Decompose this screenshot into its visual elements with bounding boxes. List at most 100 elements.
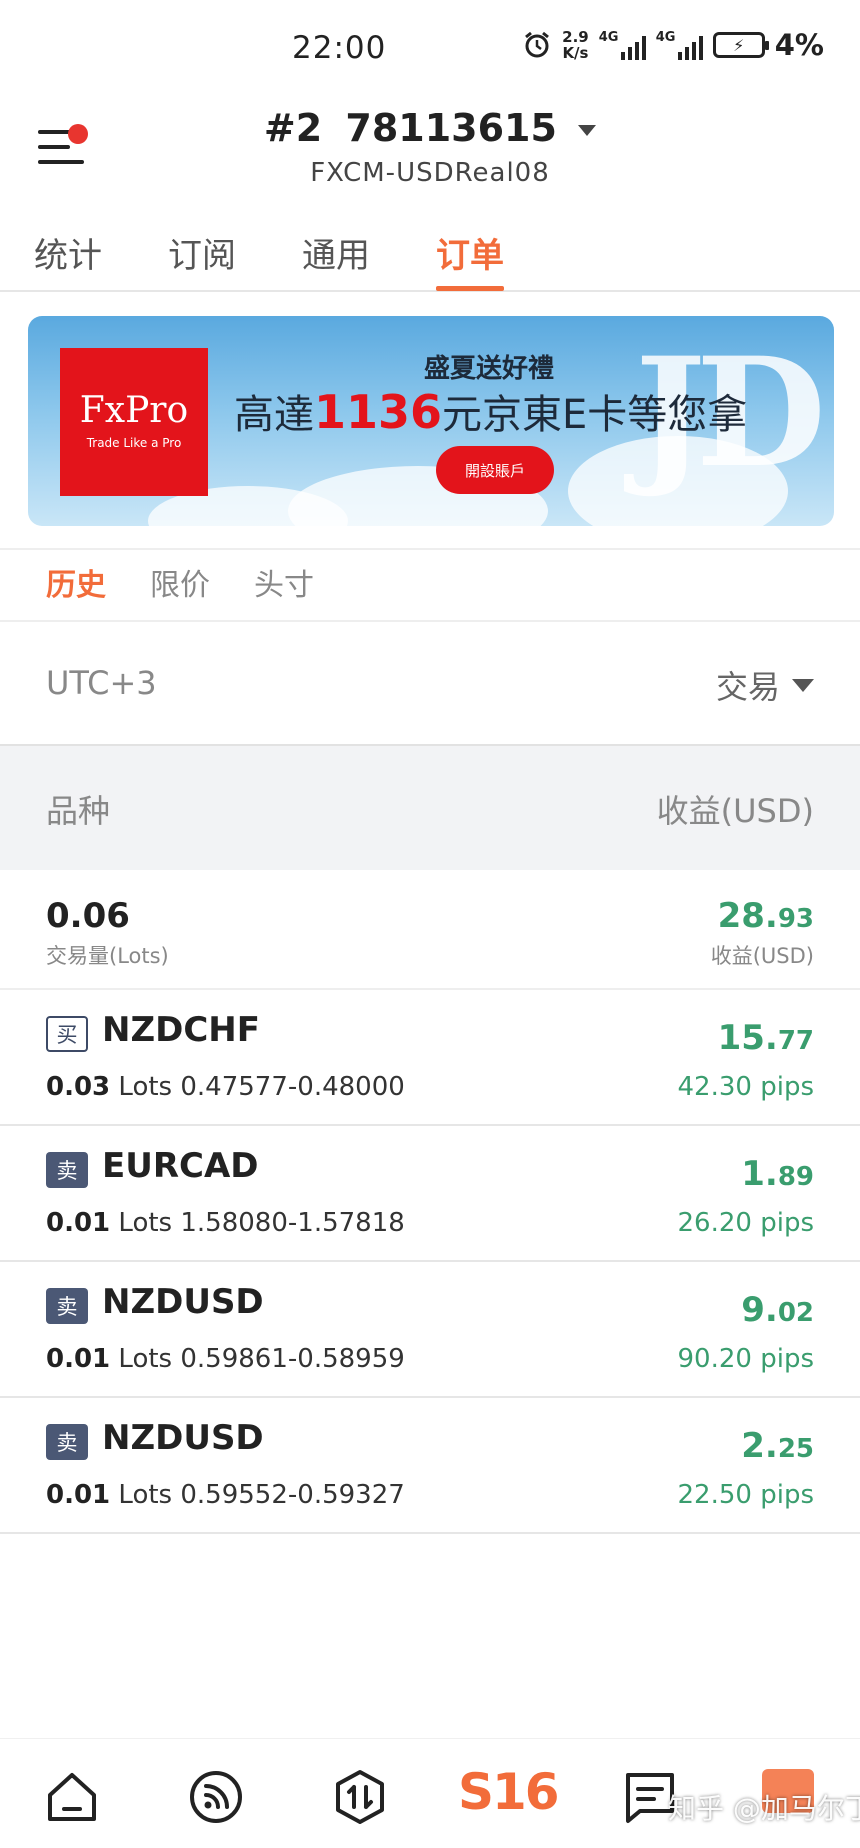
- total-profit-dec: 93: [777, 904, 814, 934]
- order-lots: 0.01: [46, 1480, 111, 1510]
- main-tabs: 统计 订阅 通用 订单: [0, 218, 860, 292]
- order-symbol: NZDUSD: [102, 1418, 264, 1458]
- order-profit-dec: 25: [777, 1434, 814, 1464]
- offer-prefix: 高達: [234, 392, 314, 438]
- order-detail: 0.01 Lots 0.59552-0.59327: [46, 1480, 405, 1510]
- tab-subscriptions[interactable]: 订阅: [168, 228, 236, 277]
- order-profit-dec: 02: [777, 1298, 814, 1328]
- side-badge: 卖: [46, 1424, 88, 1460]
- watermark: 知乎 @加马尔丁: [668, 1792, 860, 1825]
- order-profit-int: 15.: [717, 1018, 778, 1058]
- timezone-label[interactable]: UTC+3: [46, 664, 157, 702]
- offer-suffix: 元京東E卡等您拿: [442, 392, 748, 438]
- side-badge: 卖: [46, 1152, 88, 1188]
- order-lots: 0.01: [46, 1208, 111, 1238]
- trade-type-dropdown[interactable]: 交易: [716, 662, 814, 708]
- network-speed: 2.9 K/s: [562, 29, 589, 61]
- order-lots-unit: Lots: [118, 1072, 173, 1102]
- order-row[interactable]: 卖 EURCAD 0.01 Lots 1.58080-1.57818 1.89 …: [0, 1126, 860, 1262]
- order-lots: 0.03: [46, 1072, 111, 1102]
- tab-general[interactable]: 通用: [302, 228, 370, 277]
- order-pips: 42.30 pips: [677, 1072, 814, 1102]
- logo-text: FxPro: [79, 390, 189, 431]
- brand-s16[interactable]: S16: [458, 1763, 560, 1821]
- subtab-history[interactable]: 历史: [46, 560, 106, 604]
- battery-percent: 4%: [774, 28, 824, 62]
- order-row[interactable]: 买 NZDCHF 0.03 Lots 0.47577-0.48000 15.77…: [0, 990, 860, 1126]
- trade-type-label: 交易: [715, 668, 780, 706]
- order-symbol: EURCAD: [102, 1146, 259, 1186]
- promo-offer: 高達1136元京東E卡等您拿: [234, 382, 747, 440]
- subtab-positions[interactable]: 头寸: [254, 560, 314, 604]
- order-lots-unit: Lots: [118, 1344, 173, 1374]
- order-pips: 26.20 pips: [677, 1208, 814, 1238]
- active-tab-indicator: [436, 286, 504, 291]
- order-profit-dec: 77: [777, 1026, 814, 1056]
- logo-tagline: Trade Like a Pro: [86, 436, 182, 450]
- order-detail: 0.01 Lots 0.59861-0.58959: [46, 1344, 405, 1374]
- bottom-nav: S16 知乎 @加马尔丁: [0, 1738, 860, 1848]
- status-icons: 2.9 K/s 4G 4G ⚡ 4%: [522, 28, 824, 62]
- alarm-icon: [525, 31, 550, 58]
- side-badge: 买: [46, 1016, 88, 1052]
- order-prices: 1.58080-1.57818: [180, 1208, 405, 1238]
- side-badge: 卖: [46, 1288, 88, 1324]
- order-prices: 0.47577-0.48000: [180, 1072, 405, 1102]
- account-selector[interactable]: #2 78113615: [0, 106, 860, 150]
- order-symbol: NZDUSD: [102, 1282, 264, 1322]
- subtab-limit[interactable]: 限价: [150, 560, 210, 604]
- signal-feed-icon[interactable]: [186, 1767, 246, 1827]
- order-pips: 90.20 pips: [677, 1344, 814, 1374]
- filter-row: UTC+3 交易: [0, 622, 860, 746]
- order-profit: 15.77: [718, 1018, 814, 1058]
- column-symbol: 品种: [46, 792, 111, 830]
- order-profit-int: 1.: [741, 1154, 778, 1194]
- order-profit: 2.25: [741, 1426, 814, 1466]
- order-detail: 0.01 Lots 1.58080-1.57818: [46, 1208, 405, 1238]
- promo-headline: 盛夏送好禮: [424, 354, 555, 384]
- total-lots: 0.06: [46, 896, 130, 936]
- signal-icon-1: 4G: [599, 30, 646, 60]
- tab-orders[interactable]: 订单: [436, 228, 504, 277]
- promo-banner[interactable]: JD FxPro Trade Like a Pro 盛夏送好禮 高達1136元京…: [28, 316, 834, 526]
- order-lots-unit: Lots: [118, 1480, 173, 1510]
- status-time: 22:00: [292, 30, 387, 66]
- offer-amount: 1136: [314, 385, 443, 439]
- signal-tag: 4G: [655, 30, 676, 45]
- tab-stats[interactable]: 统计: [34, 228, 102, 277]
- order-pips: 22.50 pips: [677, 1480, 814, 1510]
- total-lots-label: 交易量(Lots): [46, 944, 169, 968]
- order-lots-unit: Lots: [118, 1208, 173, 1238]
- order-symbol: NZDCHF: [102, 1010, 260, 1050]
- order-profit: 1.89: [741, 1154, 814, 1194]
- column-profit: 收益(USD): [656, 792, 814, 830]
- summary-row: 0.06 交易量(Lots) 28.93 收益(USD): [0, 870, 860, 990]
- network-speed-value: 2.9: [562, 28, 589, 46]
- status-bar: 22:00 2.9 K/s 4G 4G ⚡ 4%: [0, 0, 860, 100]
- order-subtabs: 历史 限价 头寸: [0, 548, 860, 622]
- trade-icon[interactable]: [330, 1767, 390, 1827]
- account-prefix: #2: [263, 106, 323, 150]
- order-prices: 0.59861-0.58959: [180, 1344, 405, 1374]
- order-row[interactable]: 卖 NZDUSD 0.01 Lots 0.59552-0.59327 2.25 …: [0, 1398, 860, 1534]
- account-server: FXCM-USDReal08: [310, 158, 550, 188]
- order-profit-int: 9.: [741, 1290, 778, 1330]
- dropdown-caret-icon: [792, 678, 814, 692]
- home-icon[interactable]: [42, 1767, 102, 1827]
- total-profit: 28.93: [718, 896, 814, 936]
- total-profit-label: 收益(USD): [710, 944, 814, 968]
- signal-tag: 4G: [598, 30, 619, 45]
- order-profit: 9.02: [741, 1290, 814, 1330]
- total-profit-int: 28.: [717, 896, 778, 936]
- dropdown-caret-icon: [578, 125, 597, 136]
- open-account-button[interactable]: 開設賬戶: [436, 446, 554, 494]
- order-profit-dec: 89: [777, 1162, 814, 1192]
- order-row[interactable]: 卖 NZDUSD 0.01 Lots 0.59861-0.58959 9.02 …: [0, 1262, 860, 1398]
- account-number: 78113615: [345, 106, 557, 150]
- order-prices: 0.59552-0.59327: [180, 1480, 405, 1510]
- signal-icon-2: 4G: [656, 30, 703, 60]
- fxpro-logo: FxPro Trade Like a Pro: [60, 348, 208, 496]
- order-detail: 0.03 Lots 0.47577-0.48000: [46, 1072, 405, 1102]
- order-lots: 0.01: [46, 1344, 111, 1374]
- network-speed-unit: K/s: [562, 44, 589, 62]
